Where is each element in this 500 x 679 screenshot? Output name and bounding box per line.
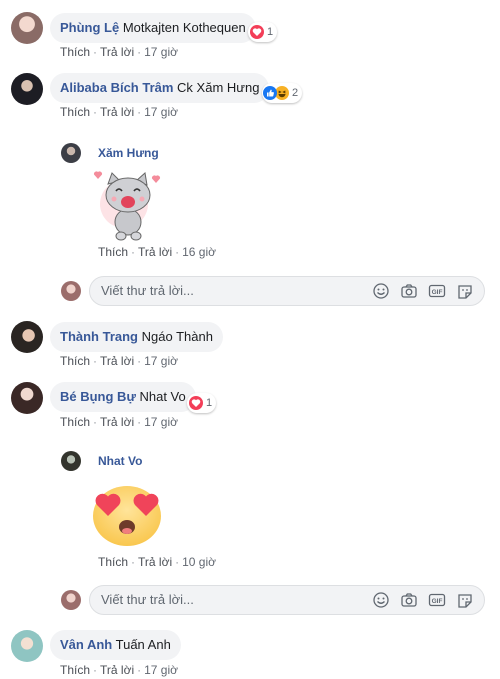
haha-icon (275, 86, 289, 100)
comment-author[interactable]: Vân Anh (60, 637, 112, 652)
reply-author[interactable]: Nhat Vo (98, 454, 142, 468)
love-icon (250, 25, 264, 39)
separator: · (131, 245, 136, 259)
timestamp[interactable]: 17 giờ (144, 415, 178, 429)
avatar (61, 281, 81, 301)
reply-link[interactable]: Trả lời (138, 245, 172, 259)
reaction-summary[interactable]: 1 (187, 393, 217, 413)
separator: · (131, 555, 136, 569)
timestamp[interactable]: 10 giờ (182, 555, 216, 569)
timestamp[interactable]: 16 giờ (182, 245, 216, 259)
reaction-count: 2 (292, 87, 299, 99)
timestamp[interactable]: 17 giờ (144, 105, 178, 119)
comment-bubble: Bé Bụng Bự Nhat Vo (50, 382, 196, 412)
comment-text: Ck Xăm Hưng (177, 80, 260, 95)
avatar[interactable] (11, 73, 43, 105)
love-icon (189, 396, 203, 410)
emoji-icon[interactable] (372, 592, 390, 608)
reply-input[interactable]: Viết thư trả lời... GIF (89, 276, 485, 306)
camera-icon[interactable] (400, 283, 418, 299)
reply-link[interactable]: Trả lời (100, 415, 134, 429)
svg-text:GIF: GIF (432, 598, 443, 605)
avatar (61, 590, 81, 610)
like-link[interactable]: Thích (98, 245, 128, 259)
avatar[interactable] (11, 12, 43, 44)
svg-text:GIF: GIF (432, 289, 443, 296)
avatar[interactable] (11, 321, 43, 353)
comment-text: Ngáo Thành (141, 329, 213, 344)
timestamp[interactable]: 17 giờ (144, 354, 178, 368)
emoji-icon[interactable] (372, 283, 390, 299)
reply-placeholder: Viết thư trả lời... (101, 283, 194, 298)
reply-author[interactable]: Xăm Hưng (98, 146, 159, 160)
separator: · (137, 415, 142, 429)
reaction-count: 1 (206, 397, 213, 409)
comment-actions: Thích · Trả lời · 17 giờ (60, 45, 178, 59)
reaction-summary[interactable]: 2 (262, 83, 303, 103)
reply-placeholder: Viết thư trả lời... (101, 592, 194, 607)
avatar[interactable] (61, 451, 81, 471)
separator: · (137, 105, 142, 119)
reply-link[interactable]: Trả lời (138, 555, 172, 569)
separator: · (137, 663, 142, 677)
reply-tools: GIF (372, 283, 474, 299)
avatar[interactable] (11, 630, 43, 662)
camera-icon[interactable] (400, 592, 418, 608)
separator: · (93, 45, 98, 59)
comment-author[interactable]: Alibaba Bích Trâm (60, 80, 173, 95)
comment-actions: Thích · Trả lời · 17 giờ (60, 663, 178, 677)
comment-author[interactable]: Bé Bụng Bự (60, 389, 136, 404)
like-link[interactable]: Thích (60, 415, 90, 429)
cat-sticker (90, 170, 170, 245)
comment-bubble: Vân Anh Tuấn Anh (50, 630, 181, 660)
like-link[interactable]: Thích (98, 555, 128, 569)
separator: · (93, 354, 98, 368)
reply-link[interactable]: Trả lời (100, 45, 134, 59)
comment-text: Tuấn Anh (115, 637, 171, 652)
reaction-count: 1 (267, 26, 274, 38)
like-link[interactable]: Thích (60, 354, 90, 368)
separator: · (175, 555, 180, 569)
comment-bubble: Thành Trang Ngáo Thành (50, 322, 223, 352)
reply-tools: GIF (372, 592, 474, 608)
reply-link[interactable]: Trả lời (100, 354, 134, 368)
sticker-icon[interactable] (456, 592, 474, 608)
comment-author[interactable]: Phùng Lệ (60, 20, 119, 35)
reply-actions: Thích · Trả lời · 16 giờ (98, 245, 216, 259)
reply-actions: Thích · Trả lời · 10 giờ (98, 555, 216, 569)
avatar[interactable] (11, 382, 43, 414)
reply-input[interactable]: Viết thư trả lời... GIF (89, 585, 485, 615)
separator: · (93, 415, 98, 429)
comment-author[interactable]: Thành Trang (60, 329, 138, 344)
comment-actions: Thích · Trả lời · 17 giờ (60, 415, 178, 429)
like-link[interactable]: Thích (60, 663, 90, 677)
separator: · (93, 105, 98, 119)
reply-link[interactable]: Trả lời (100, 663, 134, 677)
timestamp[interactable]: 17 giờ (144, 45, 178, 59)
separator: · (175, 245, 180, 259)
reply-link[interactable]: Trả lời (100, 105, 134, 119)
like-icon (263, 86, 277, 100)
comment-bubble: Alibaba Bích Trâm Ck Xăm Hưng (50, 73, 270, 103)
timestamp[interactable]: 17 giờ (144, 663, 178, 677)
gif-icon[interactable]: GIF (428, 283, 446, 299)
like-link[interactable]: Thích (60, 105, 90, 119)
separator: · (137, 354, 142, 368)
separator: · (137, 45, 142, 59)
gif-icon[interactable]: GIF (428, 592, 446, 608)
avatar[interactable] (61, 143, 81, 163)
reaction-summary[interactable]: 1 (248, 22, 278, 42)
comment-actions: Thích · Trả lời · 17 giờ (60, 354, 178, 368)
like-link[interactable]: Thích (60, 45, 90, 59)
comment-text: Motkajten Kothequen (122, 20, 246, 35)
sticker-icon[interactable] (456, 283, 474, 299)
heart-eyes-emoji (86, 478, 168, 548)
comment-actions: Thích · Trả lời · 17 giờ (60, 105, 178, 119)
comment-bubble: Phùng Lệ Motkajten Kothequen (50, 13, 256, 43)
separator: · (93, 663, 98, 677)
comment-text: Nhat Vo (139, 389, 186, 404)
